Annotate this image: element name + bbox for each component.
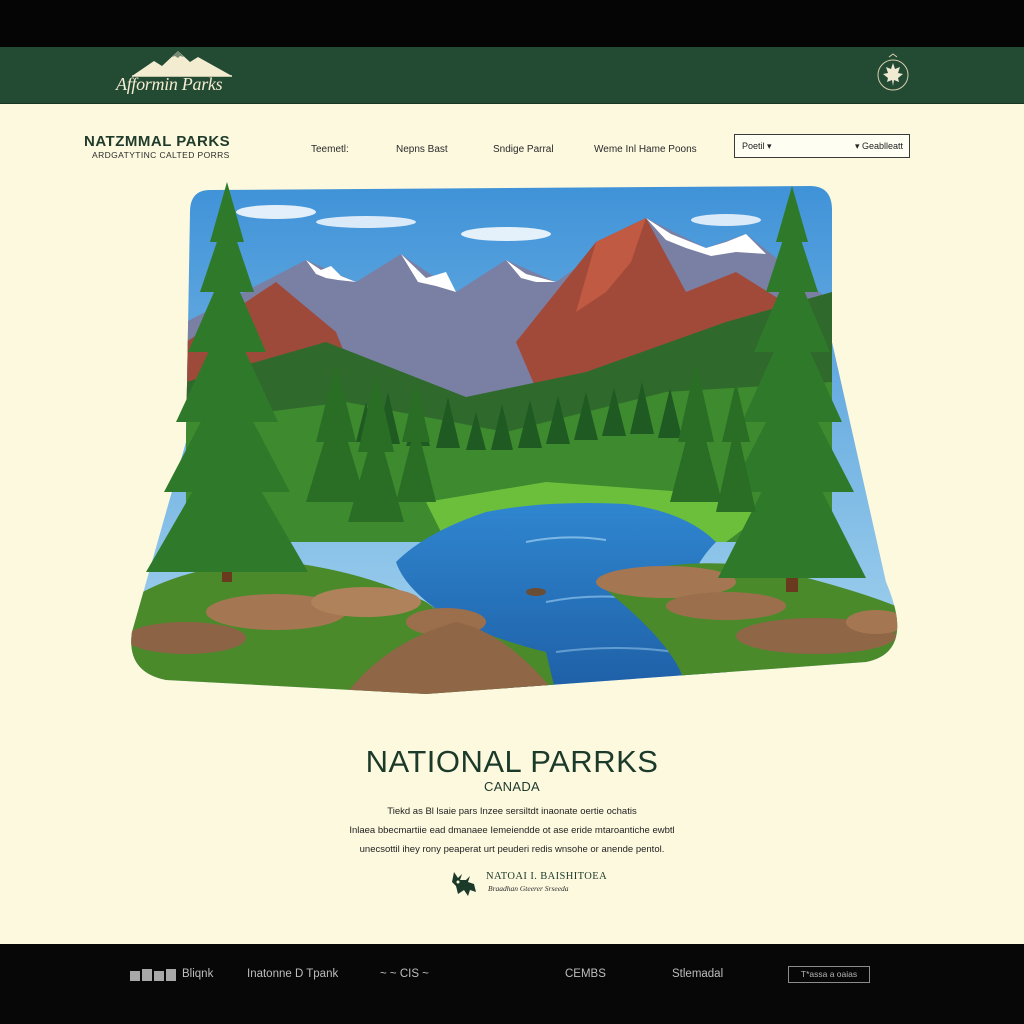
nav-item-4[interactable]: Weme Inl Hame Poons — [594, 144, 697, 155]
logo-text: Afformin Parks — [116, 74, 223, 94]
footer-bar: Bliqnk Inatonne D Tpank ~ ~ CIS ~ CEMBS … — [0, 944, 1024, 1024]
footer-logo-icon[interactable] — [130, 966, 178, 982]
heritage-badge[interactable]: NATOAI I. BAISHITOEA Braadhan Gteerer Sr… — [448, 866, 608, 900]
nav-item-1[interactable]: Teemetl: — [311, 144, 349, 155]
main-subtitle: CANADA — [484, 779, 540, 794]
footer-link-5[interactable]: Stlemadal — [672, 968, 723, 980]
select-left-value: Poetil ▾ — [742, 141, 772, 151]
nav-item-2[interactable]: Nepns Bast — [396, 144, 448, 155]
footer-link-4[interactable]: CEMBS — [565, 968, 606, 980]
page-body: NATZMMAL PARKS ARDGATYTINC CALTED PORRS … — [0, 104, 1024, 944]
footer-box-button[interactable]: T*assa a oaias — [788, 966, 870, 983]
top-black-bar — [0, 0, 1024, 47]
region-select[interactable]: Poetil ▾ ▾ Geablleatt — [734, 134, 910, 158]
main-title: NATIONAL PARRKS — [365, 744, 659, 779]
select-right-value: ▾ Geablleatt — [854, 141, 903, 151]
footer-link-3[interactable]: ~ ~ CIS ~ — [380, 968, 429, 980]
hero-landscape-illustration — [131, 182, 898, 694]
header-bar: Afformin Parks — [0, 47, 1024, 104]
brand-block[interactable]: NATZMMAL PARKS ARDGATYTINC CALTED PORRS — [84, 133, 231, 161]
nav-item-3[interactable]: Sndige Parral — [493, 144, 554, 155]
description-line-2: Inlaea bbecmartiie ead dmanaee Iemeiendd… — [349, 825, 675, 836]
brand-title: NATZMMAL PARKS — [84, 133, 231, 150]
badge-subtitle: Braadhan Gteerer Srseeda — [488, 884, 569, 893]
mountain-logo-icon — [132, 51, 232, 77]
description-line-3: unecsottil ihey rony peaperat urt peuder… — [359, 844, 665, 855]
maple-leaf-emblem-icon[interactable] — [877, 53, 909, 93]
moose-emblem-icon — [452, 872, 476, 896]
badge-title: NATOAI I. BAISHITOEA — [486, 871, 608, 882]
brand-subtitle: ARDGATYTINC CALTED PORRS — [92, 150, 230, 160]
footer-link-2[interactable]: Inatonne D Tpank — [247, 968, 338, 980]
site-logo[interactable]: Afformin Parks — [110, 47, 250, 103]
description-text: Tiekd as Bl lsaie pars Inzee sersiltdt i… — [340, 802, 684, 859]
footer-link-1[interactable]: Bliqnk — [182, 968, 213, 980]
description-line-1: Tiekd as Bl lsaie pars Inzee sersiltdt i… — [387, 806, 637, 817]
